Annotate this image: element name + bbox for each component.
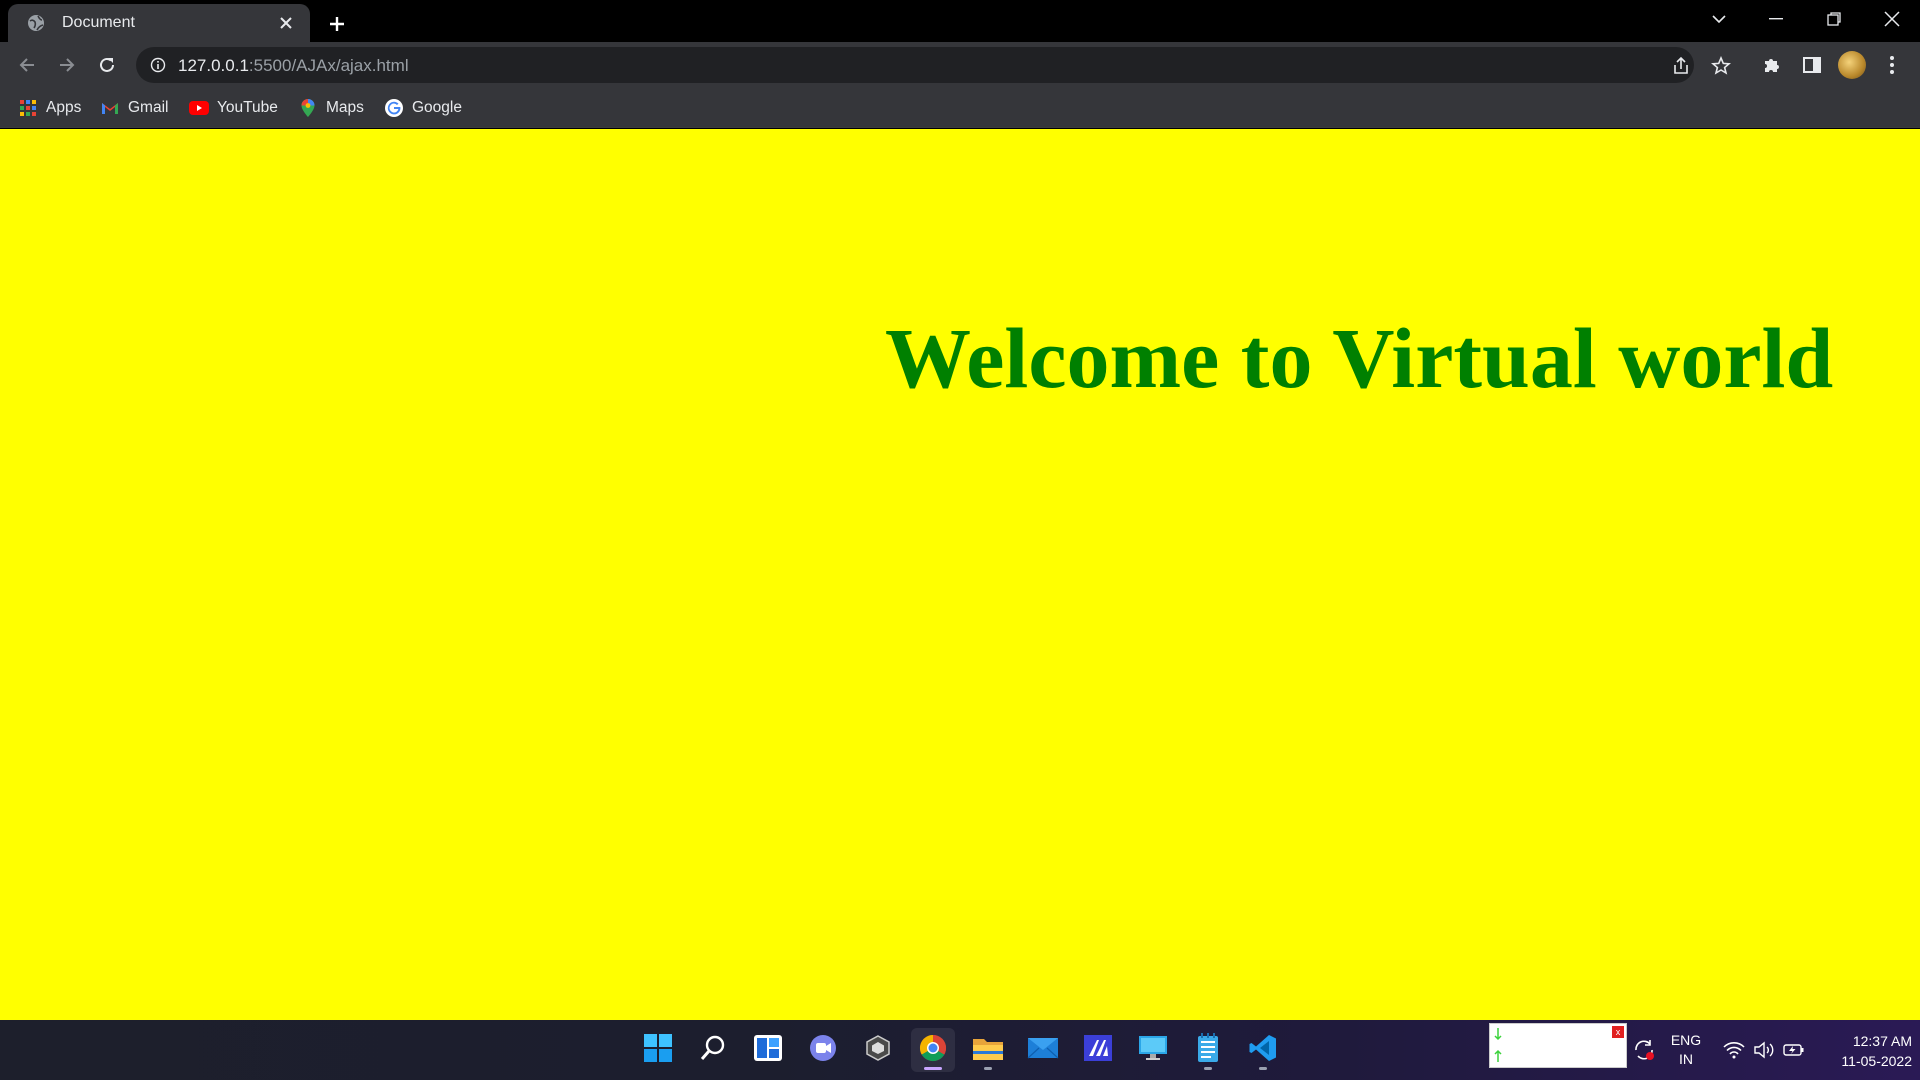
bookmark-label: Maps <box>326 99 364 116</box>
system-clock[interactable]: 12:37 AM 11-05-2022 <box>1812 1031 1912 1071</box>
close-tab-icon[interactable] <box>274 11 298 35</box>
unity-icon <box>864 1034 892 1067</box>
close-widget-icon[interactable]: x <box>1612 1026 1624 1038</box>
download-arrow-icon <box>1494 1027 1502 1046</box>
language-code: ENG <box>1670 1032 1702 1048</box>
chat-icon <box>808 1034 838 1067</box>
search-icon <box>699 1034 727 1067</box>
browser-toolbar: 127.0.0.1:5500/AJAx/ajax.html <box>0 42 1920 88</box>
apps-grid-icon <box>18 98 38 118</box>
wifi-icon[interactable] <box>1720 1020 1748 1080</box>
globe-icon <box>26 13 46 33</box>
extensions-puzzle-icon[interactable] <box>1756 49 1788 81</box>
bookmarks-bar: Apps Gmail YouTube Maps Google <box>0 88 1920 128</box>
clock-time: 12:37 AM <box>1852 1033 1912 1049</box>
chrome-button[interactable] <box>911 1028 955 1072</box>
monitor-icon <box>1138 1034 1168 1067</box>
running-indicator <box>1259 1067 1267 1070</box>
url-text[interactable]: 127.0.0.1:5500/AJAx/ajax.html <box>178 56 409 76</box>
volume-icon[interactable] <box>1750 1020 1778 1080</box>
vscode-icon <box>1248 1033 1278 1068</box>
maps-icon <box>298 98 318 118</box>
vscode-button[interactable] <box>1241 1028 1285 1072</box>
bookmark-label: YouTube <box>217 99 278 116</box>
bookmark-label: Google <box>412 99 462 116</box>
reload-button[interactable] <box>91 49 123 81</box>
menu-kebab-icon[interactable] <box>1876 49 1908 81</box>
running-indicator <box>1204 1067 1212 1070</box>
site-info-icon[interactable] <box>148 55 168 75</box>
clock-date: 11-05-2022 <box>1841 1053 1912 1069</box>
share-icon[interactable] <box>1670 55 1692 77</box>
mail-button[interactable] <box>1021 1028 1065 1072</box>
windows-logo-icon <box>643 1033 673 1068</box>
google-icon <box>384 98 404 118</box>
widgets-icon <box>753 1034 783 1067</box>
sync-tray-icon[interactable] <box>1630 1020 1658 1080</box>
folder-icon <box>972 1034 1004 1067</box>
network-monitor-widget[interactable]: x <box>1489 1023 1627 1068</box>
codelite-icon <box>1083 1034 1113 1067</box>
forward-button[interactable] <box>51 49 83 81</box>
new-tab-button[interactable] <box>322 9 352 39</box>
notepad-icon <box>1196 1032 1220 1068</box>
notepad-button[interactable] <box>1186 1028 1230 1072</box>
back-button[interactable] <box>11 49 43 81</box>
upload-arrow-icon <box>1494 1049 1502 1068</box>
chrome-icon <box>918 1033 948 1068</box>
tab-document[interactable]: Document <box>8 4 310 42</box>
page-content: Welcome to Virtual world <box>0 129 1920 1020</box>
tab-title: Document <box>62 14 135 31</box>
gmail-icon <box>100 98 120 118</box>
language-region: IN <box>1679 1051 1693 1067</box>
remote-desktop-button[interactable] <box>1131 1028 1175 1072</box>
start-button[interactable] <box>636 1028 680 1072</box>
bookmark-label: Gmail <box>128 99 169 116</box>
url-path: :5500/AJAx/ajax.html <box>248 56 409 75</box>
bookmark-label: Apps <box>46 99 82 116</box>
url-host: 127.0.0.1 <box>178 56 249 75</box>
bookmark-apps[interactable]: Apps <box>18 96 81 120</box>
screen: Document 127.0.0.1:5500/AJAx/ajax.html A… <box>0 0 1920 1080</box>
welcome-heading: Welcome to Virtual world <box>885 310 1834 406</box>
bookmark-star-icon[interactable] <box>1710 55 1732 77</box>
teams-chat-button[interactable] <box>801 1028 845 1072</box>
restore-button[interactable] <box>1806 0 1862 38</box>
file-explorer-button[interactable] <box>966 1028 1010 1072</box>
bookmark-gmail[interactable]: Gmail <box>100 96 168 120</box>
unity-button[interactable] <box>856 1028 900 1072</box>
widgets-button[interactable] <box>746 1028 790 1072</box>
battery-icon[interactable] <box>1780 1020 1808 1080</box>
bookmark-youtube[interactable]: YouTube <box>189 96 278 120</box>
address-bar[interactable]: 127.0.0.1:5500/AJAx/ajax.html <box>136 47 1731 83</box>
close-window-button[interactable] <box>1864 0 1920 38</box>
tab-search-button[interactable] <box>1691 0 1747 38</box>
minimize-button[interactable] <box>1748 0 1804 38</box>
tab-strip: Document <box>0 0 1920 42</box>
codelite-button[interactable] <box>1076 1028 1120 1072</box>
mail-icon <box>1027 1036 1059 1065</box>
side-panel-icon[interactable] <box>1796 49 1828 81</box>
youtube-icon <box>189 98 209 118</box>
language-indicator[interactable]: ENG IN <box>1664 1031 1708 1069</box>
search-button[interactable] <box>691 1028 735 1072</box>
bookmark-google[interactable]: Google <box>384 96 462 120</box>
profile-avatar[interactable] <box>1838 51 1866 79</box>
bookmark-maps[interactable]: Maps <box>298 96 364 120</box>
running-indicator <box>984 1067 992 1070</box>
active-indicator <box>924 1067 942 1070</box>
